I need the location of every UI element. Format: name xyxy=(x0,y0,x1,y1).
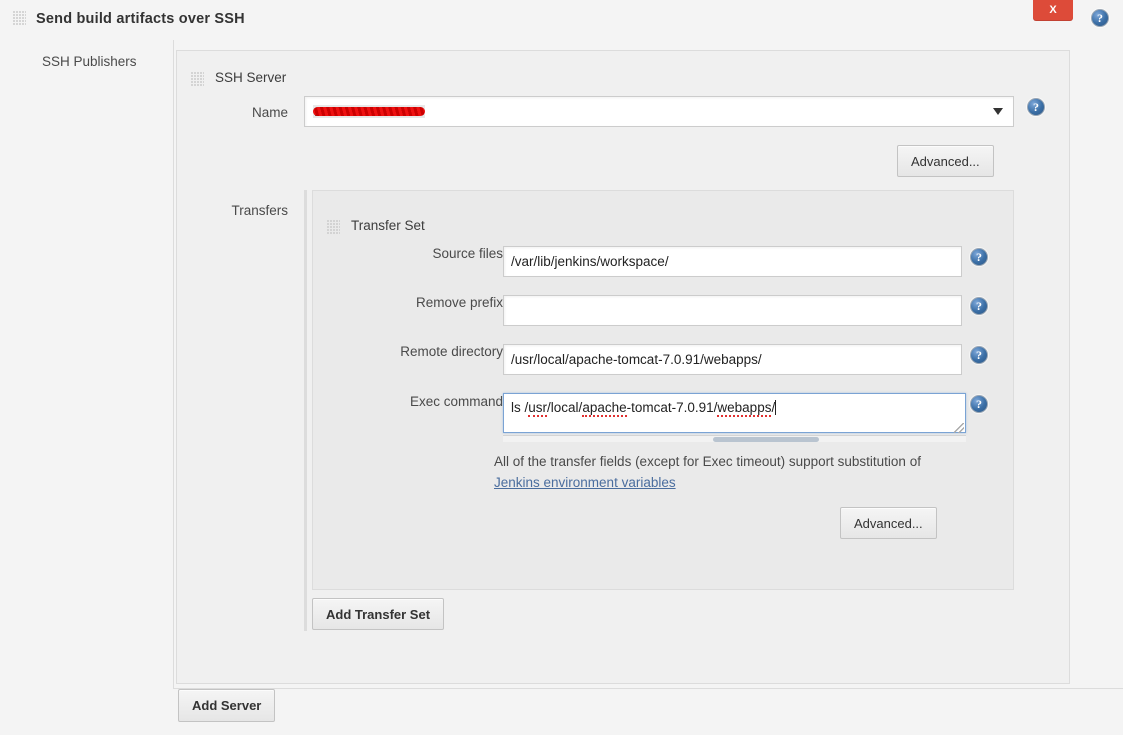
drag-grip-icon[interactable] xyxy=(13,11,26,26)
exec-command-textarea[interactable] xyxy=(503,393,966,433)
server-drag-grip-icon[interactable] xyxy=(191,72,204,87)
name-label: Name xyxy=(251,105,288,120)
exec-command-area: ls /usr/local/apache-tomcat-7.0.91/webap… xyxy=(503,393,966,442)
source-files-label: Source files xyxy=(432,246,503,261)
remove-prefix-label: Remove prefix xyxy=(415,295,503,310)
help-icon[interactable]: ? xyxy=(970,395,988,413)
header-help-icon-wrap: ? xyxy=(1091,9,1109,27)
transfer-set-drag-grip-icon[interactable] xyxy=(327,220,340,235)
jenkins-env-vars-link[interactable]: Jenkins environment variables xyxy=(494,475,676,490)
redaction-mark xyxy=(313,107,425,116)
add-transfer-set-button[interactable]: Add Transfer Set xyxy=(312,598,445,630)
substitution-note: All of the transfer fields (except for E… xyxy=(494,451,924,493)
bottom-divider xyxy=(173,688,1123,689)
ssh-server-title: SSH Server xyxy=(215,70,287,85)
exec-command-help-wrap: ? xyxy=(970,395,988,413)
remote-directory-input[interactable] xyxy=(503,344,962,375)
scrollbar-thumb[interactable] xyxy=(713,437,819,442)
source-files-input[interactable] xyxy=(503,246,962,277)
help-icon[interactable]: ? xyxy=(1091,9,1109,27)
transfer-advanced-button[interactable]: Advanced... xyxy=(840,507,937,539)
remote-directory-help-wrap: ? xyxy=(970,346,988,364)
server-advanced-button[interactable]: Advanced... xyxy=(897,145,994,177)
help-icon[interactable]: ? xyxy=(970,248,988,266)
help-icon[interactable]: ? xyxy=(1027,98,1045,116)
chevron-down-icon[interactable] xyxy=(993,108,1003,115)
note-text: All of the transfer fields (except for E… xyxy=(494,454,921,469)
transfers-container: Transfer Set Source files Remove prefix … xyxy=(304,190,1014,631)
page-title: Send build artifacts over SSH xyxy=(36,11,245,27)
source-files-help-wrap: ? xyxy=(970,248,988,266)
exec-command-label: Exec command xyxy=(409,394,503,409)
remove-prefix-help-wrap: ? xyxy=(970,297,988,315)
server-name-select[interactable]: 192.202.5.10 xyxy=(304,96,1014,127)
close-button[interactable]: X xyxy=(1033,0,1073,21)
exec-horizontal-scrollbar[interactable] xyxy=(503,435,966,442)
remove-prefix-input[interactable] xyxy=(503,295,962,326)
server-name-value: 192.202.5.10 xyxy=(313,105,425,118)
transfers-left-bar xyxy=(304,190,307,631)
transfers-label: Transfers xyxy=(231,203,288,218)
dialog-root: Send build artifacts over SSH X ? SSH Pu… xyxy=(0,0,1123,735)
help-icon[interactable]: ? xyxy=(970,297,988,315)
help-icon[interactable]: ? xyxy=(970,346,988,364)
name-help-icon-wrap: ? xyxy=(1027,98,1045,116)
left-divider xyxy=(173,40,174,688)
remote-directory-label: Remote directory xyxy=(400,344,503,359)
dialog-header: Send build artifacts over SSH X ? xyxy=(0,0,1123,40)
transfer-set-title: Transfer Set xyxy=(351,218,425,233)
ssh-publishers-label: SSH Publishers xyxy=(42,54,137,69)
add-server-button[interactable]: Add Server xyxy=(178,689,276,722)
